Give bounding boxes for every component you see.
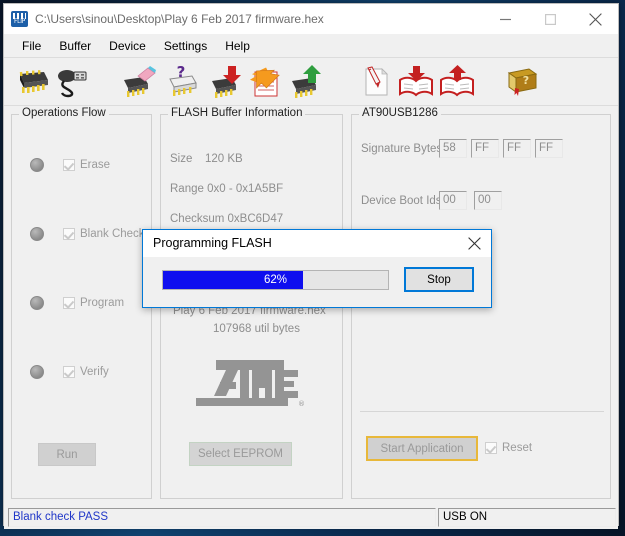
signature-byte-1[interactable]: FF (471, 139, 499, 158)
menu-settings[interactable]: Settings (155, 37, 216, 55)
device-panel-divider (360, 411, 604, 412)
device-legend: AT90USB1286 (359, 107, 441, 119)
flash-range: Range 0x0 - 0x1A5BF (170, 183, 284, 195)
status-message: Blank check PASS (8, 508, 436, 527)
close-button[interactable] (573, 4, 618, 34)
boot-id-1[interactable]: 00 (474, 191, 502, 210)
program-label: Program (80, 297, 125, 309)
menu-help[interactable]: Help (216, 37, 259, 55)
blank-check-status-led (30, 227, 44, 241)
boot-id-0[interactable]: 00 (439, 191, 467, 210)
op-step-blank-check[interactable]: Blank Check (30, 227, 145, 241)
flash-size-value: 120 KB (205, 153, 243, 165)
erase-label: Erase (80, 159, 111, 171)
flash-size-label: Size (170, 153, 193, 165)
op-step-erase[interactable]: Erase (30, 158, 110, 172)
progress-percent-text: 62% (263, 274, 288, 286)
signature-byte-0[interactable]: 58 (439, 139, 467, 158)
start-application-button[interactable]: Start Application (366, 436, 478, 461)
signature-byte-3[interactable]: FF (535, 139, 563, 158)
signature-bytes-label: Signature Bytes (361, 143, 443, 155)
erase-status-led (30, 158, 44, 172)
flash-util-bytes: 107968 util bytes (213, 323, 300, 335)
blank-check-checkbox[interactable] (63, 228, 75, 240)
program-chip-icon[interactable] (208, 64, 246, 100)
menu-buffer[interactable]: Buffer (50, 37, 100, 55)
signature-byte-2[interactable]: FF (503, 139, 531, 158)
select-eeprom-button[interactable]: Select EEPROM (189, 442, 292, 466)
program-checkbox[interactable] (63, 297, 75, 309)
select-device-icon[interactable] (14, 64, 52, 100)
svg-text:?: ? (177, 64, 186, 81)
menu-bar: File Buffer Device Settings Help (4, 35, 618, 58)
program-status-led (30, 296, 44, 310)
toolbar: ? ? (4, 58, 618, 106)
reset-option[interactable]: Reset (485, 442, 532, 454)
load-hex-file-icon[interactable] (397, 64, 435, 100)
status-bar: Blank check PASS USB ON (4, 506, 618, 529)
window-controls (483, 4, 618, 34)
svg-text:®: ® (298, 400, 305, 408)
stop-button[interactable]: Stop (404, 267, 474, 292)
dialog-title-bar: Programming FLASH (143, 230, 491, 257)
operations-flow-group: Operations Flow Erase Blank Check Progra… (11, 107, 152, 499)
help-book-icon[interactable]: ? (503, 64, 541, 100)
blank-check-chip-icon[interactable]: ? (165, 63, 203, 100)
maximize-button[interactable] (528, 4, 573, 34)
new-file-icon[interactable] (356, 64, 394, 100)
verify-label: Verify (80, 366, 109, 378)
menu-device[interactable]: Device (100, 37, 155, 55)
flip-icon-text: FLIP (14, 18, 25, 25)
usb-status: USB ON (438, 508, 616, 527)
erase-checkbox[interactable] (63, 159, 75, 171)
client-area: Operations Flow Erase Blank Check Progra… (4, 106, 618, 529)
blank-check-label: Blank Check (80, 228, 145, 240)
reset-label: Reset (502, 442, 533, 454)
flip-icon: FLIP (11, 11, 28, 27)
reset-checkbox[interactable] (485, 442, 497, 454)
verify-status-led (30, 365, 44, 379)
svg-text:?: ? (523, 74, 529, 87)
verify-checkbox[interactable] (63, 366, 75, 378)
menu-file[interactable]: File (13, 37, 50, 55)
select-communication-usb-icon[interactable] (54, 64, 92, 100)
read-chip-to-file-icon[interactable] (247, 64, 285, 100)
flash-buffer-legend: FLASH Buffer Information (168, 107, 306, 119)
run-button[interactable]: Run (38, 443, 96, 466)
verify-chip-icon[interactable] (288, 64, 326, 100)
operations-flow-legend: Operations Flow (19, 107, 109, 119)
dialog-close-button[interactable] (457, 230, 491, 257)
op-step-program[interactable]: Program (30, 296, 124, 310)
op-step-verify[interactable]: Verify (30, 365, 109, 379)
erase-chip-icon[interactable] (120, 64, 158, 100)
programming-progress-bar: 62% (162, 270, 389, 290)
atmel-logo: ® (196, 360, 306, 408)
save-hex-file-icon[interactable] (438, 64, 476, 100)
device-boot-ids-label: Device Boot Ids (361, 195, 442, 207)
minimize-button[interactable] (483, 4, 528, 34)
title-bar: FLIP C:\Users\sinou\Desktop\Play 6 Feb 2… (4, 4, 618, 35)
dialog-title: Programming FLASH (153, 236, 272, 250)
programming-flash-dialog: Programming FLASH 62% Stop (142, 229, 492, 308)
window-title: C:\Users\sinou\Desktop\Play 6 Feb 2017 f… (35, 12, 324, 26)
flash-checksum: Checksum 0xBC6D47 (170, 213, 284, 225)
flip-main-window: FLIP C:\Users\sinou\Desktop\Play 6 Feb 2… (3, 3, 619, 529)
